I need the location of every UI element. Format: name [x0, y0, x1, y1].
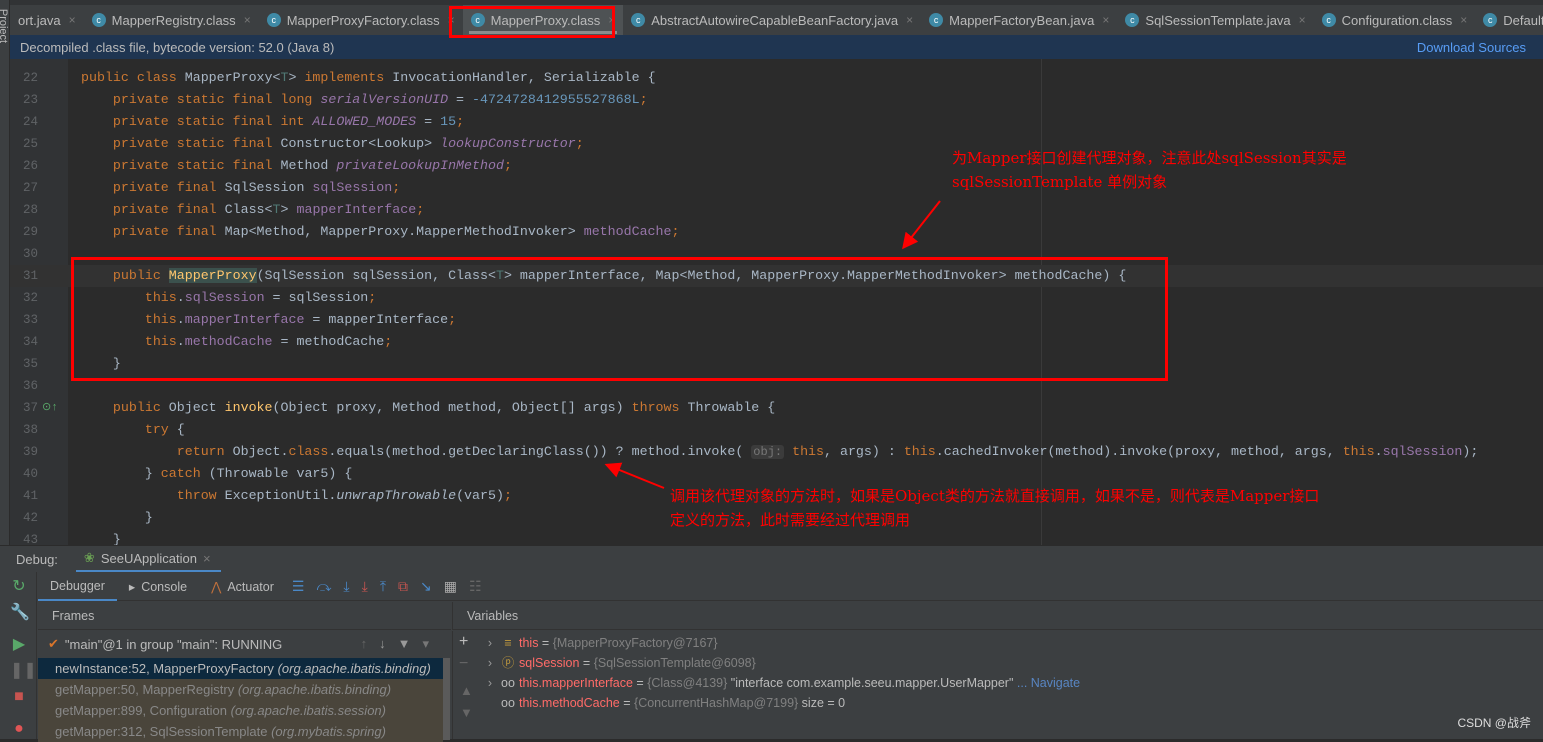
console-label: Console: [141, 579, 188, 594]
drop-frame-icon[interactable]: ⧉: [398, 578, 408, 595]
variable-name: this.mapperInterface: [519, 676, 633, 690]
close-icon[interactable]: ×: [203, 551, 211, 566]
equals: =: [579, 656, 594, 670]
equals: =: [632, 676, 648, 690]
force-step-into-icon[interactable]: ⤓: [362, 578, 368, 595]
rerun-icon[interactable]: ↻: [10, 578, 28, 596]
expand-chevron-icon[interactable]: ›: [483, 653, 497, 673]
add-watch-icon[interactable]: +: [459, 633, 468, 651]
frame-package: (org.apache.ibatis.session): [230, 703, 386, 718]
move-up-icon[interactable]: ▲: [460, 683, 473, 698]
check-icon: ✔: [48, 636, 59, 651]
step-over-icon[interactable]: ⤼: [316, 578, 331, 595]
variable-value: {MapperProxyFactory@7167}: [552, 636, 718, 650]
expand-chevron-icon[interactable]: ›: [483, 673, 497, 693]
frame-package: (org.mybatis.spring): [271, 724, 386, 739]
frames-scrollbar[interactable]: [443, 658, 450, 740]
variable-string: "interface com.example.seeu.mapper.UserM…: [730, 676, 1014, 690]
wrench-icon[interactable]: 🔧: [10, 604, 30, 622]
watermark: CSDN @战斧: [1457, 716, 1531, 730]
resume-icon[interactable]: ▶: [10, 636, 28, 654]
step-out-icon[interactable]: ⤒: [380, 578, 386, 595]
step-into-icon[interactable]: ⤓: [343, 578, 349, 595]
show-execution-point-icon[interactable]: ☰: [292, 578, 305, 595]
expand-chevron-icon[interactable]: ›: [483, 633, 497, 653]
dropdown-icon[interactable]: ▾: [422, 636, 441, 651]
variable-name: this.methodCache: [519, 696, 620, 710]
debug-header: Debug: ❀ SeeUApplication ×: [0, 546, 1543, 572]
navigate-link[interactable]: ... Navigate: [1013, 676, 1080, 690]
variables-tree: + − ▲ ▼ › ≡ this = {MapperProxyFactory@716…: [452, 631, 1543, 739]
variable-value: {SqlSessionTemplate@6098}: [593, 656, 756, 670]
arrow-to-constructor: [902, 200, 941, 250]
variables-header: Variables: [452, 602, 1543, 630]
variable-row[interactable]: oo this.methodCache = {ConcurrentHashMap@…: [483, 693, 845, 713]
parameter-icon: ⓟ: [501, 656, 515, 670]
tab-actuator[interactable]: ⋀ Actuator: [199, 573, 286, 601]
frame-method: getMapper:899, Configuration: [55, 703, 231, 718]
frames-header: Frames: [38, 602, 451, 630]
frame-method: getMapper:50, MapperRegistry: [55, 682, 238, 697]
thread-selector[interactable]: ✔ "main"@1 in group "main": RUNNING ↑↓▼▾: [38, 632, 451, 656]
equals: =: [538, 636, 553, 650]
actuator-label: Actuator: [227, 579, 274, 594]
actuator-icon: ⋀: [211, 580, 222, 594]
variable-row[interactable]: › oo this.mapperInterface = {Class@4139} "…: [483, 673, 1080, 693]
thread-label: "main"@1 in group "main": RUNNING: [64, 636, 283, 652]
frame-package: (org.apache.ibatis.binding): [237, 682, 392, 697]
watch-icon: oo: [501, 676, 515, 690]
trace-icon[interactable]: ☷: [469, 578, 482, 595]
variable-row[interactable]: › ⓟ sqlSession = {SqlSessionTemplate@6098}: [483, 653, 756, 673]
debug-panel: Debug: ❀ SeeUApplication × ↻ 🔧 ▶ ❚❚ ■ ● …: [0, 545, 1543, 742]
stack-frame[interactable]: getMapper:50, MapperRegistry (org.apache…: [38, 679, 443, 700]
stack-frame[interactable]: newInstance:52, MapperProxyFactory (org.…: [38, 658, 443, 679]
pause-icon[interactable]: ❚❚: [10, 662, 37, 680]
move-down-icon[interactable]: ▼: [460, 705, 473, 720]
breakpoints-icon[interactable]: ●: [10, 720, 28, 738]
watch-icon: oo: [501, 696, 515, 710]
variable-row[interactable]: › ≡ this = {MapperProxyFactory@7167}: [483, 633, 718, 653]
evaluate-expression-icon[interactable]: ▦: [444, 578, 457, 595]
variable-name: sqlSession: [519, 656, 580, 670]
debug-label: Debug:: [16, 551, 58, 567]
spring-boot-icon: ❀: [83, 550, 95, 565]
frame-package: (org.apache.ibatis.binding): [277, 661, 431, 676]
variable-value: {Class@4139}: [647, 676, 731, 690]
remove-watch-icon[interactable]: −: [459, 655, 468, 673]
variable-name: this: [519, 636, 539, 650]
frame-method: newInstance:52, MapperProxyFactory: [55, 661, 278, 676]
down-arrow-icon[interactable]: ↓: [379, 636, 398, 651]
up-arrow-icon[interactable]: ↑: [361, 636, 380, 651]
equals: =: [619, 696, 635, 710]
debug-session-tab[interactable]: ❀ SeeUApplication ×: [75, 546, 221, 572]
variable-string: size = 0: [801, 696, 846, 710]
arrow-to-invoke: [604, 462, 665, 489]
run-to-cursor-icon[interactable]: ↘: [420, 578, 432, 595]
variable-value: {ConcurrentHashMap@7199}: [634, 696, 802, 710]
frame-method: getMapper:312, SqlSessionTemplate: [55, 724, 272, 739]
tab-console[interactable]: ▸ Console: [117, 573, 199, 601]
session-name: SeeUApplication: [100, 550, 197, 566]
stack-frame[interactable]: getMapper:899, Configuration (org.apache…: [38, 700, 443, 721]
object-icon: ≡: [504, 636, 512, 650]
debug-toolbar: Debugger ▸ Console ⋀ Actuator ☰ ⤼ ⤓ ⤓ ⤒ ⧉ …: [38, 573, 1543, 601]
tab-debugger[interactable]: Debugger: [38, 573, 117, 601]
debug-side-toolbar: ↻ 🔧 ▶ ❚❚ ■ ●: [0, 572, 37, 739]
stop-icon[interactable]: ■: [10, 688, 28, 706]
filter-icon[interactable]: ▼: [398, 636, 423, 651]
console-icon: ▸: [128, 580, 136, 594]
